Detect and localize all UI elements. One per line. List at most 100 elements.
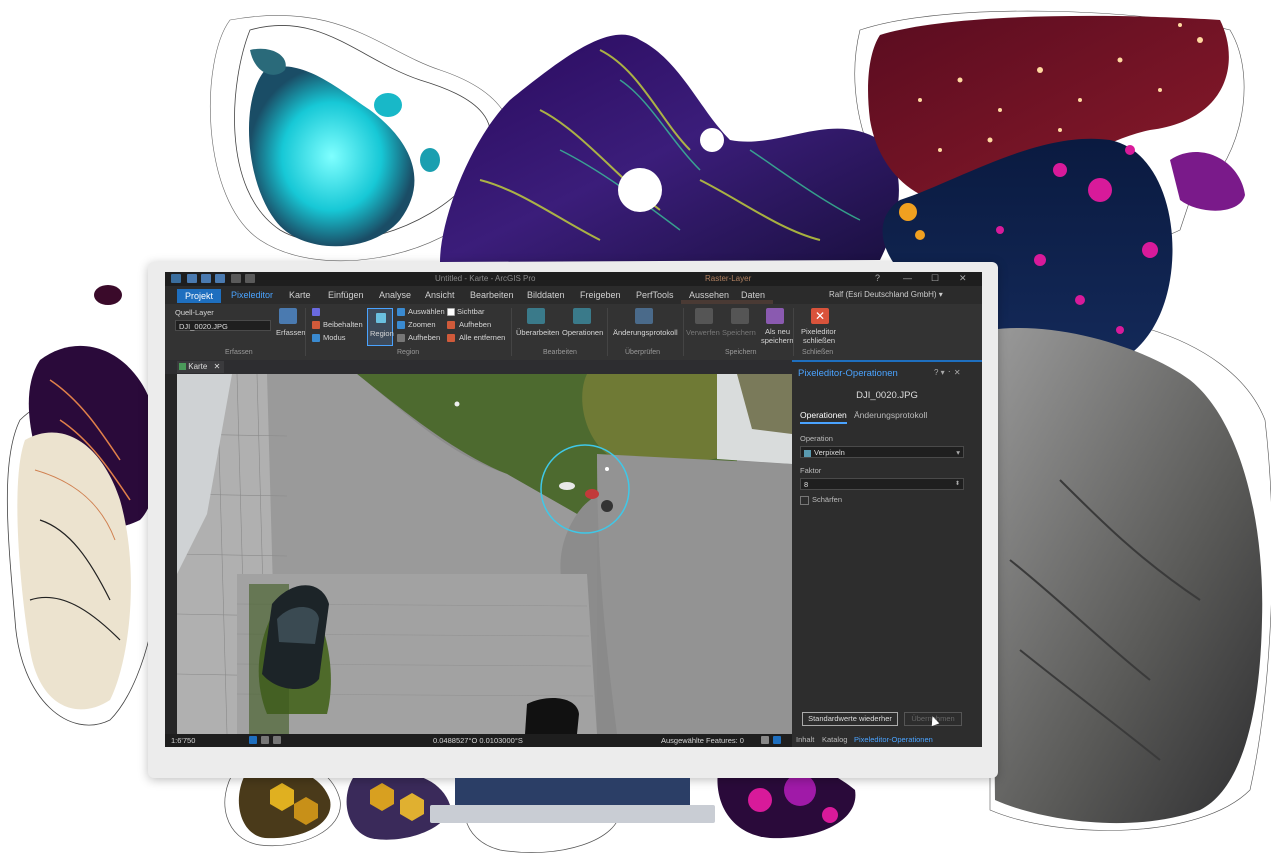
stepper-arrows-icon[interactable]: ⬍ <box>955 478 960 490</box>
tab-karte-view[interactable]: Karte ✕ <box>177 361 225 373</box>
tab-pixeleditor-operationen[interactable]: Pixeleditor-Operationen <box>854 735 933 744</box>
auswaehlen-button[interactable]: Auswählen <box>408 307 445 316</box>
group-label-speichern: Speichern <box>725 349 757 356</box>
zoomen-icon[interactable] <box>397 321 405 329</box>
aenderungsprotokoll-button[interactable]: Änderungsprotokoll <box>613 328 678 337</box>
tab-aussehen[interactable]: Aussehen <box>689 290 729 300</box>
table-icon[interactable] <box>273 736 281 744</box>
pixeleditor-schliessen-line2[interactable]: schließen <box>803 336 835 345</box>
quell-layer-select[interactable]: DJI_0020.JPG <box>175 320 271 331</box>
minimize-button[interactable]: — <box>903 273 912 283</box>
chevron-down-icon: ▾ <box>956 448 960 457</box>
tab-bearbeiten[interactable]: Bearbeiten <box>470 290 514 300</box>
user-account[interactable]: Ralf (Esri Deutschland GmbH) ▾ <box>829 290 943 299</box>
sichtbar-checkbox[interactable] <box>447 308 455 316</box>
zoomen-button[interactable]: Zoomen <box>408 320 436 329</box>
app-icon <box>171 274 181 283</box>
tab-inhalt[interactable]: Inhalt <box>796 735 814 744</box>
close-tab-icon[interactable]: ✕ <box>214 362 221 371</box>
group-label-region: Region <box>397 349 420 356</box>
pixeleditor-schliessen-line1[interactable]: Pixeleditor <box>801 327 836 336</box>
auswaehlen-icon[interactable] <box>397 308 405 316</box>
schaerfen-checkbox[interactable] <box>800 496 809 505</box>
faktor-stepper[interactable]: 8 ⬍ <box>800 478 964 490</box>
region-button[interactable]: Region <box>367 308 394 346</box>
pane-bottom-tabs: Inhalt Katalog Pixeleditor-Operationen <box>792 733 982 747</box>
ribbon-tab-bar: Projekt Pixeleditor Karte Einfügen Analy… <box>165 286 982 318</box>
verpixeln-icon <box>804 449 811 457</box>
aenderungsprotokoll-icon[interactable] <box>635 308 653 324</box>
context-tab-title: Raster-Layer <box>705 274 752 283</box>
erfassen-button[interactable]: Erfassen <box>276 328 306 337</box>
pixeleditor-operationen-pane: Pixeleditor-Operationen ? ▾ ᛫ ✕ DJI_0020… <box>792 360 982 747</box>
aufheben-icon[interactable] <box>397 334 405 342</box>
als-neu-speichern-line2[interactable]: speichern <box>761 336 794 345</box>
erfassen-icon[interactable] <box>279 308 297 324</box>
status-bar: 1:6'750 0.0488527°O 0.0103000°S Ausgewäh… <box>165 734 792 747</box>
operation-value: Verpixeln <box>814 448 845 457</box>
standardwerte-button[interactable]: Standardwerte wiederher <box>802 712 898 726</box>
beibehalten-icon[interactable] <box>312 321 320 329</box>
aufheben-region-button[interactable]: Aufheben <box>459 320 491 329</box>
new-project-icon[interactable] <box>187 274 197 283</box>
map-view[interactable] <box>177 374 792 734</box>
alle-entfernen-button[interactable]: Alle entfernen <box>459 333 505 342</box>
group-label-ueberpruefen: Überprüfen <box>625 349 661 356</box>
region-shape-icon[interactable] <box>312 308 320 316</box>
undo-icon[interactable] <box>231 274 241 283</box>
grid-icon[interactable] <box>249 736 257 744</box>
verwerfen-button[interactable]: Verwerfen <box>686 328 720 337</box>
open-project-icon[interactable] <box>201 274 211 283</box>
window-title: Untitled - Karte - ArcGIS Pro <box>435 274 536 283</box>
group-label-bearbeiten: Bearbeiten <box>543 349 577 356</box>
tab-katalog[interactable]: Katalog <box>822 735 847 744</box>
pause-drawing-icon[interactable] <box>761 736 769 744</box>
beibehalten-button[interactable]: Beibehalten <box>323 320 363 329</box>
tab-perftools[interactable]: PerfTools <box>636 290 674 300</box>
tab-ansicht[interactable]: Ansicht <box>425 290 455 300</box>
group-separator <box>683 308 684 356</box>
tab-pixeleditor[interactable]: Pixeleditor <box>231 290 273 300</box>
view-tab-strip: Karte ✕ <box>165 360 792 374</box>
operation-select[interactable]: Verpixeln ▾ <box>800 446 964 458</box>
aufheben-button[interactable]: Aufheben <box>408 333 440 342</box>
quell-layer-label: Quell-Layer <box>175 308 214 317</box>
maximize-button[interactable]: ☐ <box>931 273 939 284</box>
group-label-schliessen: Schließen <box>802 349 834 356</box>
operationen-icon[interactable] <box>573 308 591 324</box>
save-project-icon[interactable] <box>215 274 225 283</box>
help-button[interactable]: ? <box>875 273 880 283</box>
redo-icon[interactable] <box>245 274 255 283</box>
tab-einfuegen[interactable]: Einfügen <box>328 290 364 300</box>
pane-controls[interactable]: ? ▾ ᛫ ✕ <box>934 368 961 377</box>
modus-icon[interactable] <box>312 334 320 342</box>
tab-bilddaten[interactable]: Bilddaten <box>527 290 565 300</box>
close-pixeleditor-icon[interactable]: ✕ <box>811 308 829 324</box>
aufheben-region-icon[interactable] <box>447 321 455 329</box>
als-neu-speichern-icon[interactable] <box>766 308 784 324</box>
modus-button[interactable]: Modus <box>323 333 346 342</box>
close-window-button[interactable]: ✕ <box>959 273 967 284</box>
ueberarbeiten-button[interactable]: Überarbeiten <box>516 328 559 337</box>
scale-selector[interactable]: 1:6'750 <box>171 736 195 745</box>
speichern-button[interactable]: Speichern <box>722 328 756 337</box>
tab-freigeben[interactable]: Freigeben <box>580 290 621 300</box>
region-button-label: Region <box>370 329 394 338</box>
tab-operationen[interactable]: Operationen <box>800 410 847 424</box>
als-neu-speichern-line1[interactable]: Als neu <box>765 327 790 336</box>
operation-label: Operation <box>800 434 833 443</box>
tab-daten[interactable]: Daten <box>741 290 765 300</box>
map-icon <box>179 363 186 371</box>
ueberarbeiten-icon[interactable] <box>527 308 545 324</box>
speichern-icon[interactable] <box>731 308 749 324</box>
tab-aenderungsprotokoll[interactable]: Änderungsprotokoll <box>854 410 927 420</box>
operationen-button[interactable]: Operationen <box>562 328 603 337</box>
tab-karte[interactable]: Karte <box>289 290 311 300</box>
verwerfen-icon[interactable] <box>695 308 713 324</box>
tab-analyse[interactable]: Analyse <box>379 290 411 300</box>
refresh-icon[interactable] <box>773 736 781 744</box>
alle-entfernen-icon[interactable] <box>447 334 455 342</box>
pane-layer-name: DJI_0020.JPG <box>856 390 918 401</box>
snapping-icon[interactable] <box>261 736 269 744</box>
tab-projekt[interactable]: Projekt <box>177 289 222 303</box>
